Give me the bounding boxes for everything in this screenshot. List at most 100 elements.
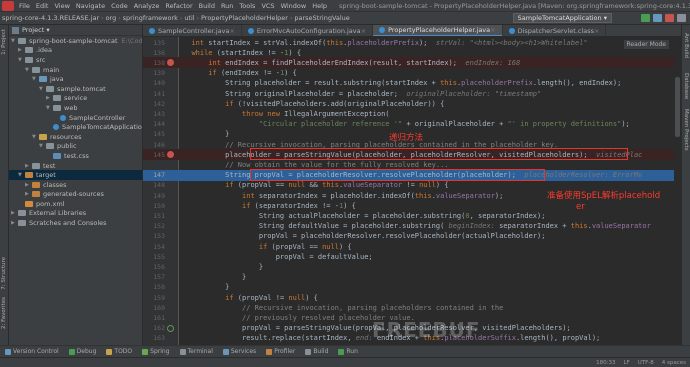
menu-item-tools[interactable]: Tools (236, 2, 258, 10)
line-number[interactable]: 143 (143, 110, 165, 118)
cursor-position[interactable]: 180:33 (592, 360, 619, 366)
menu-item-build[interactable]: Build (196, 2, 218, 10)
tab-project[interactable]: 1: Project (1, 29, 7, 55)
bottom-tab-todo[interactable]: TODO (101, 348, 137, 355)
expand-arrow-icon[interactable]: ▶ (11, 220, 18, 226)
expand-arrow-icon[interactable]: ▼ (39, 143, 46, 149)
debug-icon[interactable] (653, 14, 662, 22)
tree-item[interactable]: SampleController (9, 113, 142, 123)
breakpoint-icon[interactable] (167, 151, 174, 159)
line-number[interactable]: 152 (143, 222, 165, 230)
menu-item-code[interactable]: Code (108, 2, 131, 10)
bottom-tab-debug[interactable]: Debug (64, 348, 102, 355)
search-icon[interactable] (677, 14, 686, 22)
menu-item-navigate[interactable]: Navigate (73, 2, 108, 10)
line-number[interactable]: 158 (143, 283, 165, 291)
line-separator[interactable]: LF (619, 360, 633, 366)
tree-item[interactable]: ▼ java (9, 74, 142, 84)
tree-item[interactable]: ▼ spring-boot-sample-tomcatE:\Code\Ja (9, 36, 142, 46)
expand-arrow-icon[interactable]: ▶ (25, 182, 32, 188)
stop-icon[interactable] (665, 14, 674, 22)
line-number[interactable]: 148 (143, 181, 165, 189)
expand-arrow-icon[interactable]: ▼ (46, 105, 53, 111)
menu-item-help[interactable]: Help (309, 2, 330, 10)
line-number[interactable]: 151 (143, 212, 165, 220)
menu-item-window[interactable]: Window (278, 2, 310, 10)
line-number[interactable]: 135 (143, 39, 165, 47)
menu-item-refactor[interactable]: Refactor (162, 2, 195, 10)
expand-arrow-icon[interactable]: ▶ (11, 210, 18, 216)
close-icon[interactable]: × (594, 27, 599, 35)
line-number[interactable]: 154 (143, 243, 165, 251)
tree-item[interactable]: ▶ Scratches and Consoles (9, 218, 142, 228)
tree-item[interactable]: ▶ classes (9, 180, 142, 190)
project-title[interactable]: Project (22, 26, 44, 34)
tree-item[interactable]: ▼ sample.tomcat (9, 84, 142, 94)
tree-item[interactable]: ▼ src (9, 55, 142, 65)
breadcrumb-item[interactable]: parseStringValue (292, 14, 351, 22)
line-number[interactable]: 155 (143, 253, 165, 261)
expand-arrow-icon[interactable]: ▼ (11, 38, 18, 44)
bottom-tab-spring[interactable]: Spring (137, 348, 174, 355)
line-number[interactable]: 145 (143, 130, 165, 138)
file-encoding[interactable]: UTF-8 (634, 360, 658, 366)
menu-item-view[interactable]: View (51, 2, 72, 10)
line-number[interactable]: 147 (143, 171, 165, 179)
menu-item-vcs[interactable]: VCS (258, 2, 277, 10)
reader-mode-button[interactable]: Reader Mode (623, 40, 669, 49)
close-icon[interactable]: × (361, 27, 366, 35)
close-icon[interactable]: × (490, 26, 495, 34)
line-number[interactable]: 146 (143, 141, 165, 149)
tab-maven[interactable]: Maven Projects (683, 109, 689, 151)
run-icon[interactable] (641, 14, 650, 22)
line-number[interactable]: 136 (143, 49, 165, 57)
expand-arrow-icon[interactable]: ▼ (18, 172, 25, 178)
menu-item-file[interactable]: File (16, 2, 33, 10)
breakpoint-icon[interactable] (167, 59, 174, 67)
tree-item[interactable]: ▶ External Libraries (9, 209, 142, 219)
menu-item-run[interactable]: Run (218, 2, 236, 10)
tab-favorites[interactable]: 2: Favorites (1, 297, 7, 329)
line-number[interactable]: 157 (143, 273, 165, 281)
breadcrumb-item[interactable]: util (182, 14, 196, 22)
line-number[interactable]: 138 (143, 59, 165, 67)
line-number[interactable]: 160 (143, 304, 165, 312)
line-number[interactable]: 149 (143, 192, 165, 200)
line-number[interactable]: 153 (143, 232, 165, 240)
expand-arrow-icon[interactable]: ▶ (25, 191, 32, 197)
expand-arrow-icon[interactable]: ▼ (39, 86, 46, 92)
line-number[interactable]: 150 (143, 202, 165, 210)
editor-tab[interactable]: SampleController.java × (143, 25, 242, 36)
tab-database[interactable]: Database (683, 73, 689, 99)
scrollbar-thumb[interactable] (675, 77, 680, 137)
tree-item[interactable]: ▼ web (9, 103, 142, 113)
indent-setting[interactable]: 4 spaces (658, 360, 690, 366)
tree-item[interactable]: ▶ test (9, 161, 142, 171)
line-number[interactable]: 159 (143, 294, 165, 302)
tab-structure[interactable]: 7: Structure (1, 257, 7, 290)
tree-item[interactable]: ▶ .idea (9, 46, 142, 56)
bottom-tab-profiler[interactable]: Profiler (261, 348, 300, 355)
expand-arrow-icon[interactable]: ▶ (18, 47, 25, 53)
expand-arrow-icon[interactable]: ▼ (18, 57, 25, 63)
line-number[interactable]: 139 (143, 69, 165, 77)
bottom-tab-build[interactable]: Build (300, 348, 333, 355)
bottom-tab-run[interactable]: Run (333, 348, 363, 355)
line-number[interactable]: 144 (143, 120, 165, 128)
tree-item[interactable]: pom.xml (9, 199, 142, 209)
breadcrumb-item[interactable]: springframework (121, 14, 180, 22)
editor-tab[interactable]: PropertyPlaceholderHelper.java × (373, 25, 503, 36)
tree-item[interactable]: ▼ public (9, 142, 142, 152)
expand-arrow-icon[interactable]: ▶ (46, 95, 53, 101)
breadcrumb-item[interactable]: spring-core-4.1.3.RELEASE.jar (0, 14, 101, 22)
tree-item[interactable]: test.css (9, 151, 142, 161)
editor-tab[interactable]: ErrorMvcAutoConfiguration.java × (242, 25, 374, 36)
tree-item[interactable]: ▼ main (9, 65, 142, 75)
line-number[interactable]: 163 (143, 334, 165, 342)
close-icon[interactable]: × (229, 27, 234, 35)
line-number[interactable]: 141 (143, 90, 165, 98)
editor-tab[interactable]: DispatcherServlet.class × (503, 25, 607, 36)
line-number[interactable]: 142 (143, 100, 165, 108)
tree-item[interactable]: ▼ resources (9, 132, 142, 142)
line-number[interactable]: 156 (143, 263, 165, 271)
